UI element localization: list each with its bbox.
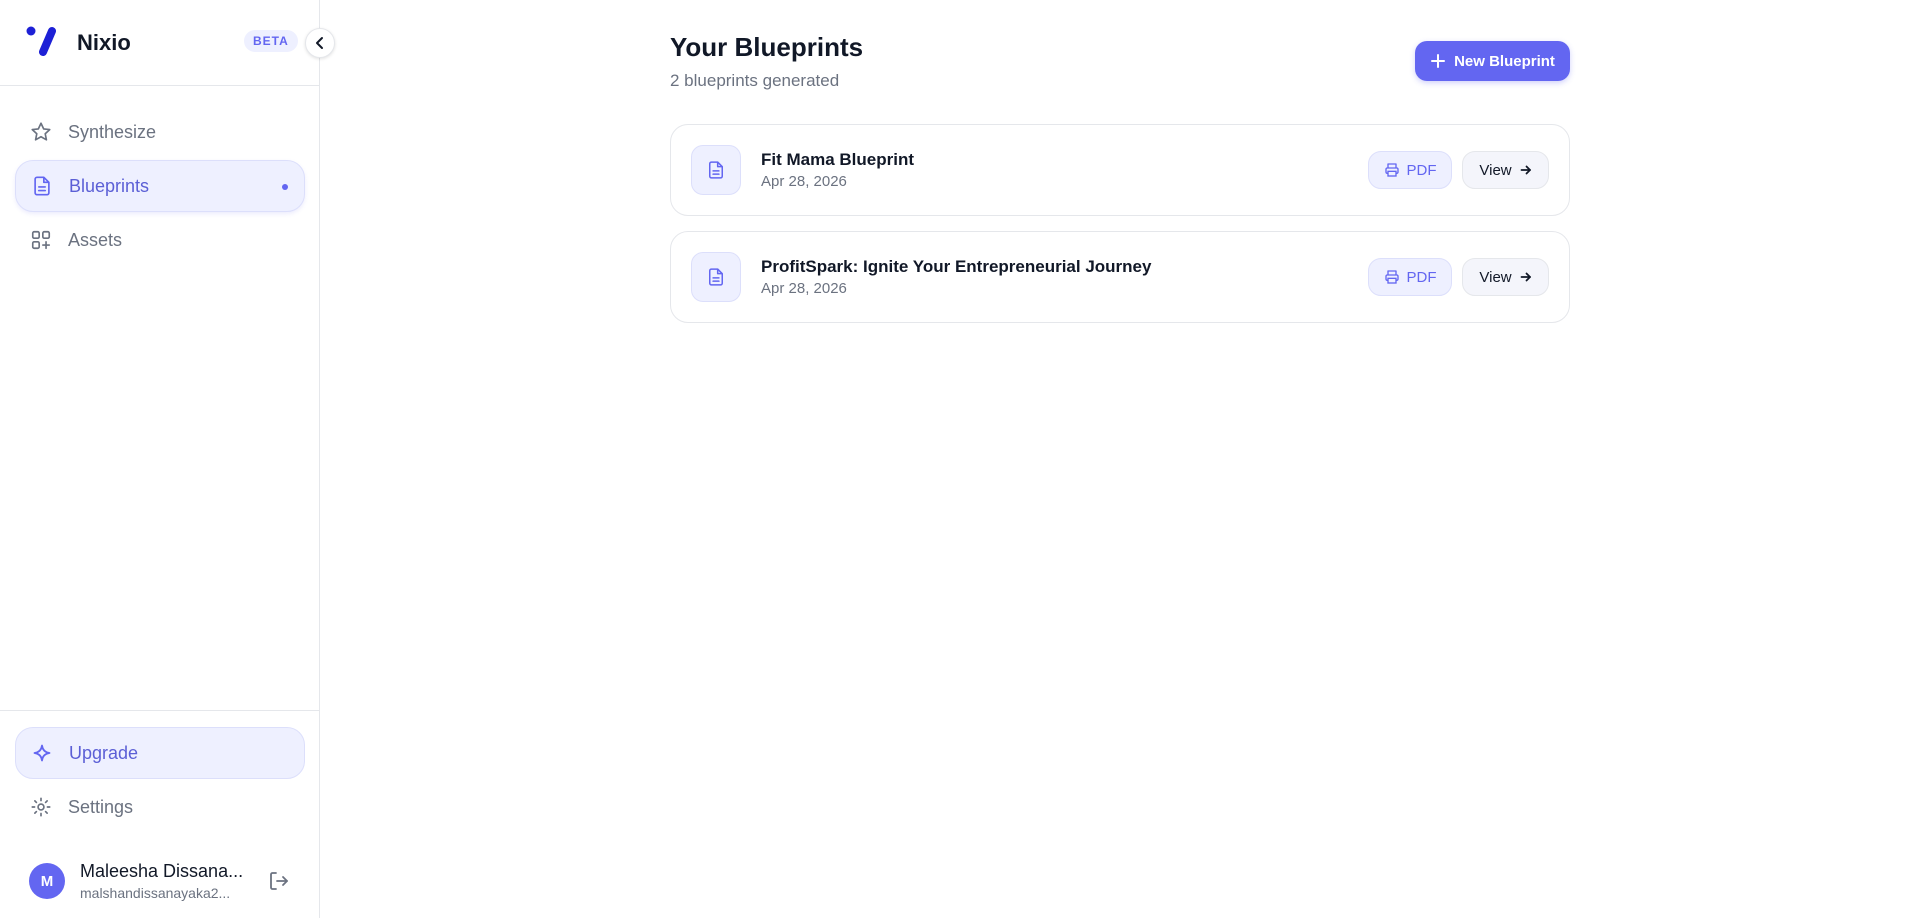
arrow-right-icon xyxy=(1520,165,1531,175)
blueprint-card[interactable]: ProfitSpark: Ignite Your Entrepreneurial… xyxy=(670,231,1570,323)
view-button[interactable]: View xyxy=(1462,151,1549,189)
sidebar-item-blueprints[interactable]: Blueprints xyxy=(15,160,305,212)
sparkle-icon xyxy=(30,741,54,765)
sidebar-item-label: Synthesize xyxy=(68,121,157,142)
blueprint-title: Fit Mama Blueprint xyxy=(761,150,915,169)
collapse-sidebar-button[interactable] xyxy=(305,28,335,58)
beta-badge: BETA xyxy=(244,30,298,52)
document-icon xyxy=(691,252,741,302)
active-indicator-dot xyxy=(282,184,288,190)
upgrade-label: Upgrade xyxy=(69,742,139,763)
blueprint-card[interactable]: Fit Mama Blueprint Apr 28, 2026 PDF View xyxy=(670,124,1570,216)
arrow-right-icon xyxy=(1520,272,1531,282)
upgrade-button[interactable]: Upgrade xyxy=(15,727,305,779)
view-label: View xyxy=(1479,161,1512,179)
logout-icon[interactable] xyxy=(267,869,291,893)
blueprint-title: ProfitSpark: Ignite Your Entrepreneurial… xyxy=(761,257,1152,276)
chevron-left-icon xyxy=(316,37,323,49)
sidebar-item-label: Assets xyxy=(68,229,123,250)
view-label: View xyxy=(1479,268,1512,286)
page-title: Your Blueprints xyxy=(670,32,864,62)
plus-icon xyxy=(1430,53,1446,69)
settings-label: Settings xyxy=(68,796,134,817)
page-subtitle: 2 blueprints generated xyxy=(670,71,840,90)
blueprint-date: Apr 28, 2026 xyxy=(761,173,847,190)
user-name: Maleesha Dissana... xyxy=(80,861,244,881)
view-button[interactable]: View xyxy=(1462,258,1549,296)
brand-name: Nixio xyxy=(77,30,131,55)
avatar[interactable]: M xyxy=(29,863,65,899)
new-blueprint-button[interactable]: New Blueprint xyxy=(1415,41,1570,81)
brand-header: Nixio BETA xyxy=(0,0,320,86)
user-email: malshandissanayaka2... xyxy=(80,885,231,901)
document-icon xyxy=(30,174,54,198)
gear-icon xyxy=(29,795,53,819)
settings-button[interactable]: Settings xyxy=(15,781,305,833)
printer-icon xyxy=(1384,270,1399,284)
user-profile: M Maleesha Dissana... malshandissanayaka… xyxy=(29,851,299,905)
nixio-logo-icon xyxy=(26,26,56,56)
sidebar-item-assets[interactable]: Assets xyxy=(15,214,305,266)
document-icon xyxy=(691,145,741,195)
pdf-button[interactable]: PDF xyxy=(1368,258,1452,296)
sidebar-footer: Upgrade Settings M Maleesha Dissana... m… xyxy=(0,710,320,918)
sidebar-item-synthesize[interactable]: Synthesize xyxy=(15,106,305,158)
sidebar-item-label: Blueprints xyxy=(69,175,150,196)
app-root: Nixio BETA Synthesize Blueprints Assets … xyxy=(0,0,1920,918)
blueprint-date: Apr 28, 2026 xyxy=(761,280,847,297)
sidebar-nav: Synthesize Blueprints Assets xyxy=(15,106,305,268)
pdf-label: PDF xyxy=(1406,268,1437,286)
pdf-button[interactable]: PDF xyxy=(1368,151,1452,189)
grid-plus-icon xyxy=(29,228,53,252)
printer-icon xyxy=(1384,163,1399,177)
new-blueprint-label: New Blueprint xyxy=(1454,52,1555,70)
pdf-label: PDF xyxy=(1406,161,1437,179)
sidebar: Nixio BETA Synthesize Blueprints Assets … xyxy=(0,0,335,918)
star-icon xyxy=(29,120,53,144)
